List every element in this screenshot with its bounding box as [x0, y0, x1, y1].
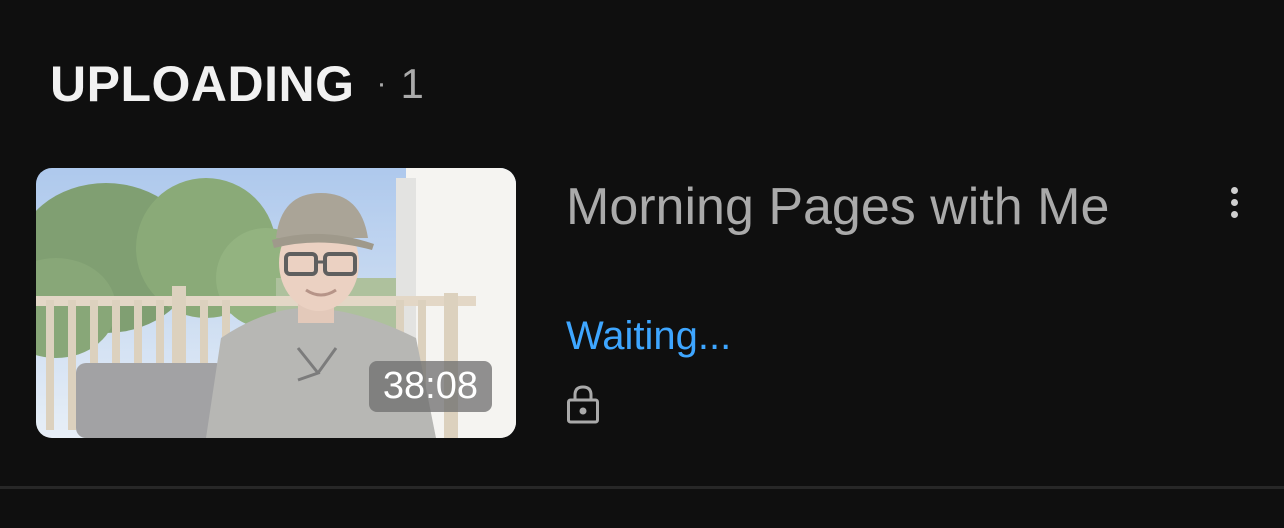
divider	[0, 486, 1284, 489]
duration-badge: 38:08	[368, 361, 492, 412]
section-header: UPLOADING · 1	[50, 52, 424, 116]
upload-status: Waiting...	[566, 314, 732, 358]
section-title: UPLOADING	[50, 56, 355, 112]
more-vert-icon[interactable]	[1214, 172, 1254, 232]
lock-icon	[566, 384, 600, 429]
section-count: 1	[400, 60, 424, 107]
upload-item[interactable]: 38:08 Morning Pages with Me Waiting...	[36, 168, 1266, 438]
video-thumbnail[interactable]: 38:08	[36, 168, 516, 438]
section-separator: ·	[376, 67, 387, 100]
video-title[interactable]: Morning Pages with Me	[566, 172, 1126, 242]
